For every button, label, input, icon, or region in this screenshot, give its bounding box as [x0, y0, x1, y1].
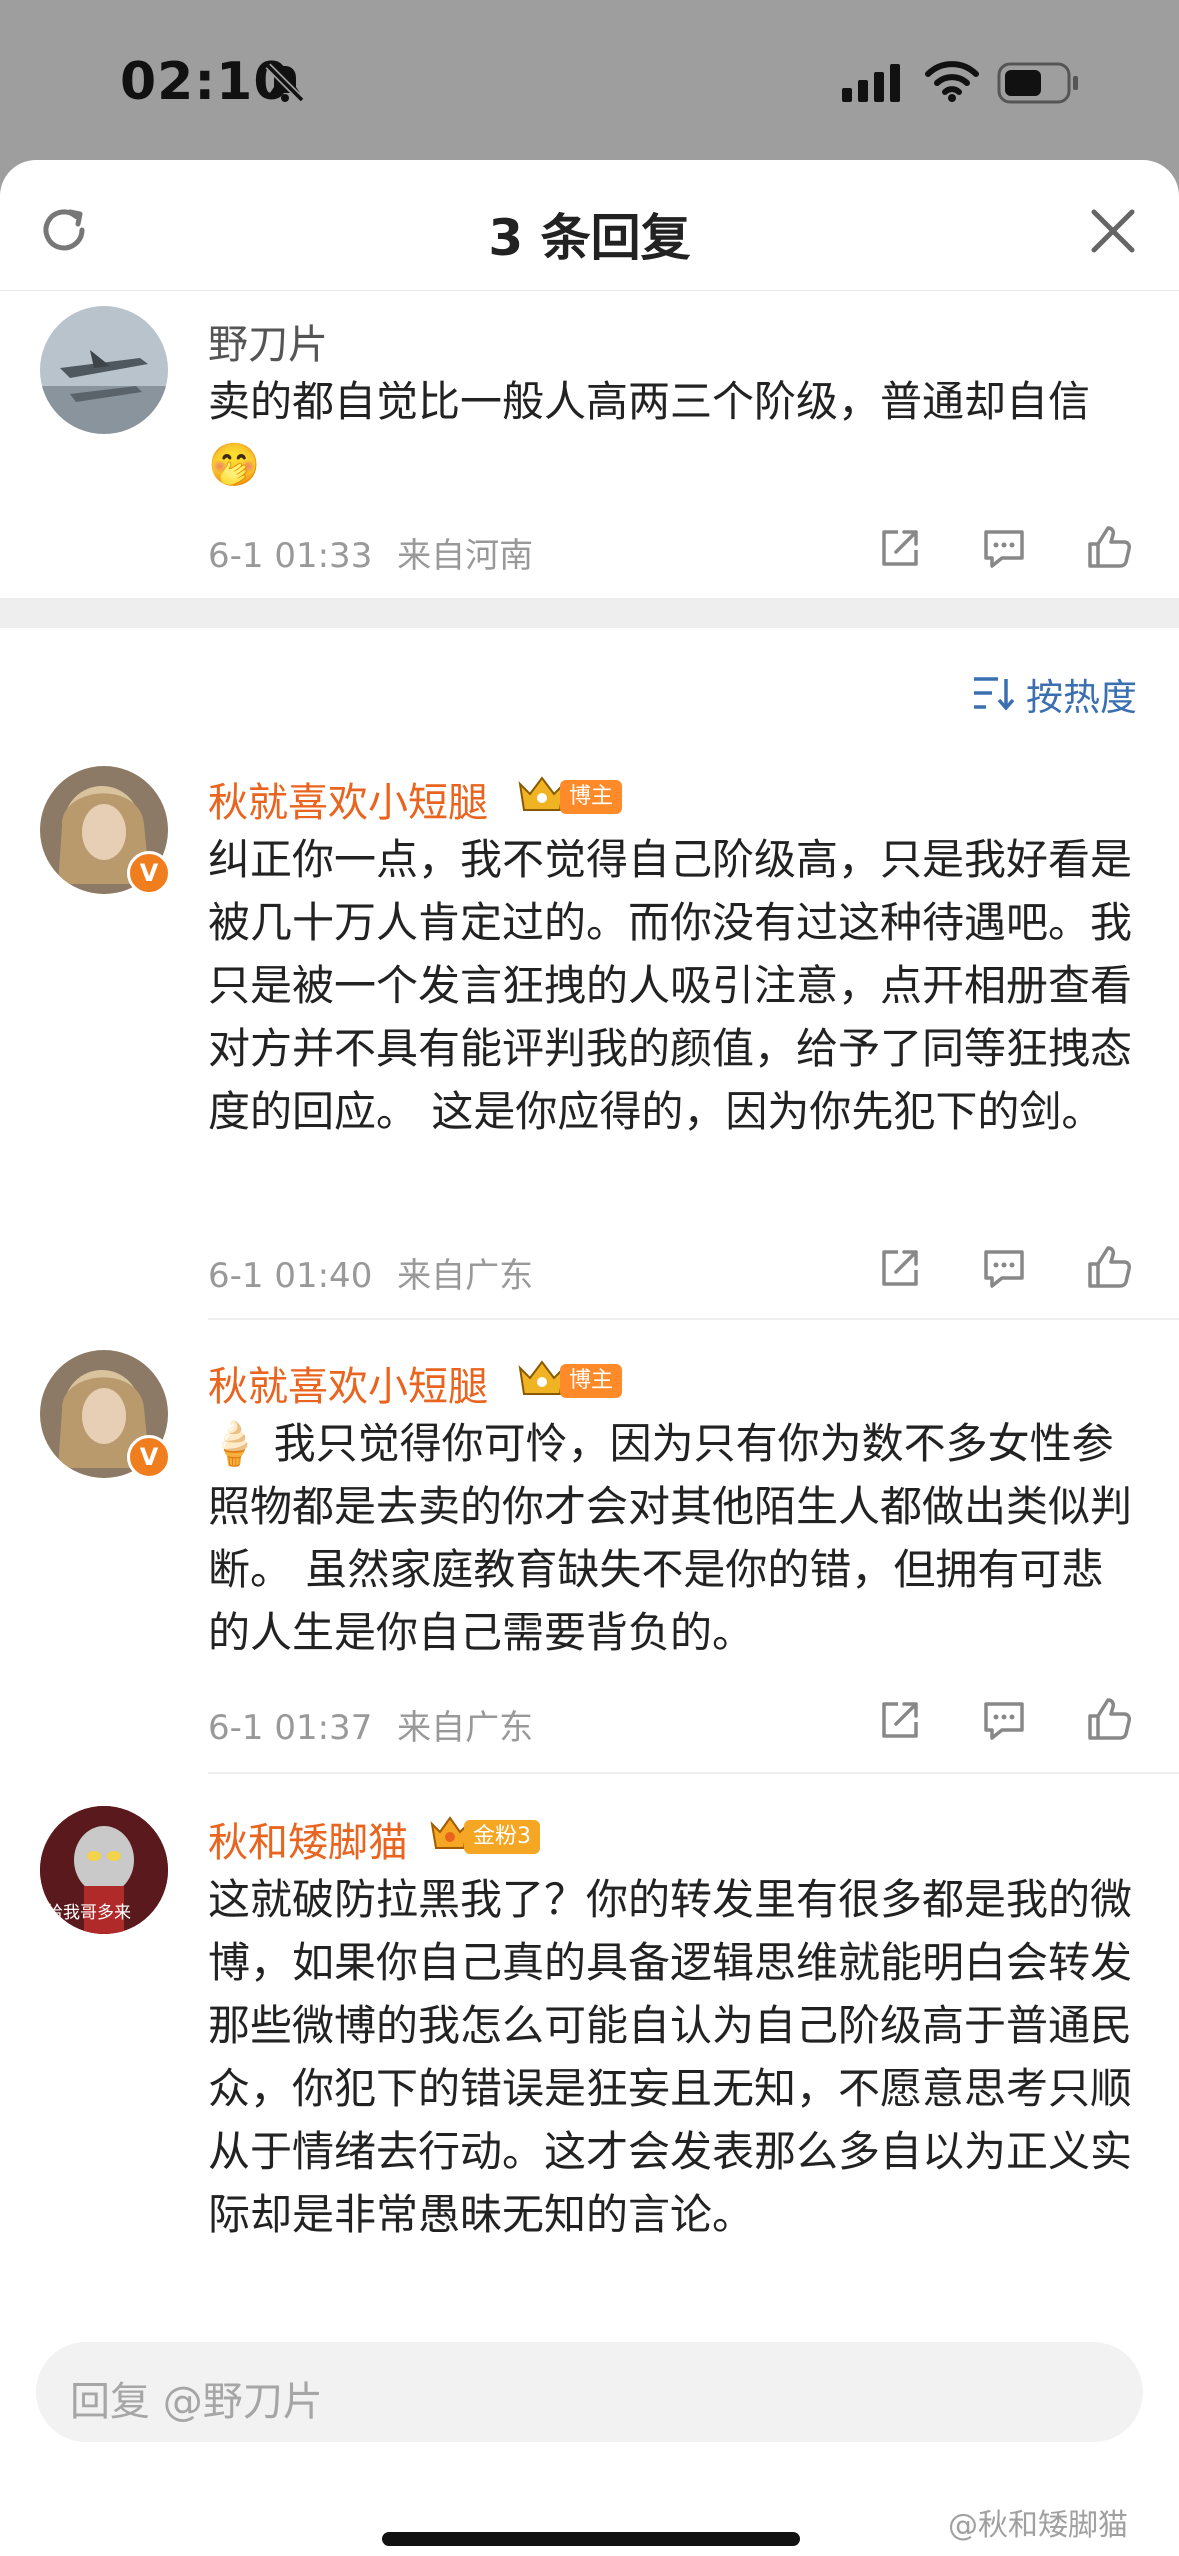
username[interactable]: 秋和矮脚猫: [208, 1810, 408, 1868]
status-bar: 02:10: [0, 0, 1179, 165]
comment-time: 6-1 01:40: [208, 1256, 373, 1296]
home-indicator: [382, 2532, 800, 2546]
wifi-icon: [925, 61, 979, 102]
bell-mute-icon: [265, 63, 305, 103]
sheet-title: 3 条回复: [488, 209, 691, 267]
sort-label: 按热度: [1026, 676, 1137, 719]
comment-icon[interactable]: [980, 526, 1028, 572]
comment-text: 这就破防拉黑我了？你的转发里有很多都是我的微博，如果你自己真的具备逻辑思维就能明…: [208, 1875, 1133, 2239]
divider: [208, 1318, 1179, 1320]
like-icon[interactable]: [1084, 1694, 1134, 1744]
signal-icon: [842, 64, 900, 102]
share-icon[interactable]: [876, 1696, 924, 1744]
comment-meta: 6-1 01:33 来自河南: [208, 528, 533, 577]
verified-badge: V: [127, 1435, 171, 1479]
share-icon[interactable]: [876, 524, 924, 572]
like-icon[interactable]: [1084, 522, 1134, 572]
sheet-header: 3 条回复: [0, 160, 1179, 291]
close-icon[interactable]: [1090, 208, 1136, 254]
avatar[interactable]: [40, 306, 168, 434]
replies-sheet: 3 条回复 野刀片 卖的都自觉比一般人高两三个阶级，普通却自信🤭 6-1 01:…: [0, 160, 1179, 2556]
username[interactable]: 秋就喜欢小短腿: [208, 770, 488, 828]
like-icon[interactable]: [1084, 1242, 1134, 1292]
battery-icon: [997, 62, 1078, 104]
username[interactable]: 野刀片: [208, 312, 328, 370]
verified-badge: V: [127, 851, 171, 895]
comment-location: 来自广东: [397, 1256, 534, 1296]
reply-placeholder: 回复 @野刀片: [70, 2379, 323, 2425]
blogger-badge: 博主: [560, 780, 623, 814]
comment-location: 来自广东: [397, 1708, 534, 1748]
comment-text: 纠正你一点，我不觉得自己阶级高，只是我好看是被几十万人肯定过的。而你没有过这种待…: [208, 835, 1133, 1136]
avatar[interactable]: 给我哥多来: [40, 1806, 168, 1934]
avatar-caption: 给我哥多来: [46, 1903, 131, 1923]
blogger-badge: 博主: [560, 1364, 623, 1398]
reply-input[interactable]: 回复 @野刀片: [36, 2342, 1143, 2442]
divider: [208, 1772, 1179, 1774]
watermark: @秋和矮脚猫: [948, 2508, 1128, 2543]
section-separator: [0, 598, 1179, 628]
comment-meta: 6-1 01:40 来自广东: [208, 1248, 533, 1297]
comment-time: 6-1 01:37: [208, 1708, 373, 1748]
fan-badge: 金粉3: [464, 1820, 540, 1854]
username[interactable]: 秋就喜欢小短腿: [208, 1354, 488, 1412]
comment-time: 6-1 01:33: [208, 536, 373, 576]
comment-icon[interactable]: [980, 1698, 1028, 1744]
sort-icon: [974, 677, 1014, 711]
comment-text: 卖的都自觉比一般人高两三个阶级，普通却自信🤭: [208, 377, 1091, 489]
comment-text: 🍦 我只觉得你可怜，因为只有你为数不多女性参照物都是去卖的你才会对其他陌生人都做…: [208, 1419, 1133, 1657]
comment-icon[interactable]: [980, 1246, 1028, 1292]
comment-meta: 6-1 01:37 来自广东: [208, 1700, 533, 1749]
share-icon[interactable]: [876, 1244, 924, 1292]
comment-location: 来自河南: [397, 536, 534, 576]
